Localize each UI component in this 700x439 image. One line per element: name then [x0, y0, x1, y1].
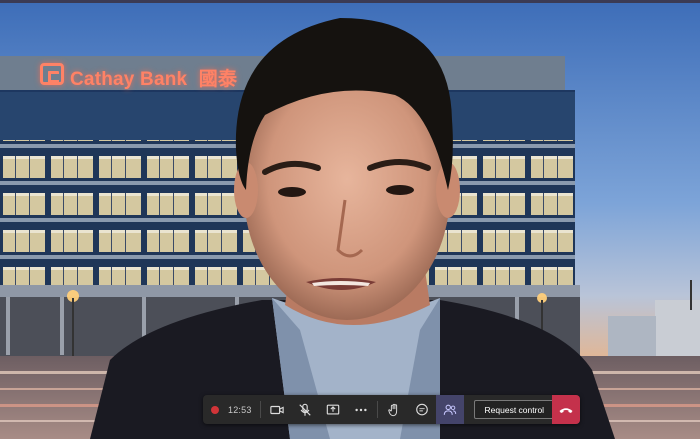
window-top-edge — [0, 0, 700, 3]
share-screen-button[interactable] — [319, 395, 347, 424]
video-icon — [269, 405, 284, 414]
toolbar-divider — [259, 401, 261, 418]
chat-button[interactable] — [408, 395, 436, 424]
timer-text: 12:53 — [228, 404, 252, 415]
building-sign: Cathay Bank 國泰 — [70, 64, 237, 91]
record-dot-icon — [211, 405, 219, 414]
request-control-button[interactable]: Request control — [473, 400, 556, 419]
share-screen-icon — [326, 404, 339, 415]
cathay-logo — [40, 63, 64, 85]
recording-timer: 12:53 — [203, 395, 258, 424]
participants-icon — [443, 404, 456, 415]
more-icon — [354, 408, 367, 411]
participants-button[interactable] — [435, 395, 464, 424]
mic-off-icon — [298, 403, 311, 416]
chat-icon — [415, 403, 428, 415]
meeting-toolbar: 12:53 Request control — [203, 395, 580, 424]
sign-chinese: 國泰 — [198, 69, 238, 90]
camera-button[interactable] — [263, 395, 291, 424]
video-stage: Cathay Bank 國泰 12:53 Request control — [0, 0, 700, 439]
sign-brand: Cathay Bank — [70, 69, 188, 90]
toolbar-divider — [376, 401, 378, 418]
hangup-button[interactable] — [552, 395, 580, 424]
more-actions-button[interactable] — [347, 395, 375, 424]
raise-hand-icon — [387, 403, 397, 416]
hangup-icon — [559, 407, 573, 413]
mic-button[interactable] — [291, 395, 319, 424]
raise-hand-button[interactable] — [380, 395, 408, 424]
